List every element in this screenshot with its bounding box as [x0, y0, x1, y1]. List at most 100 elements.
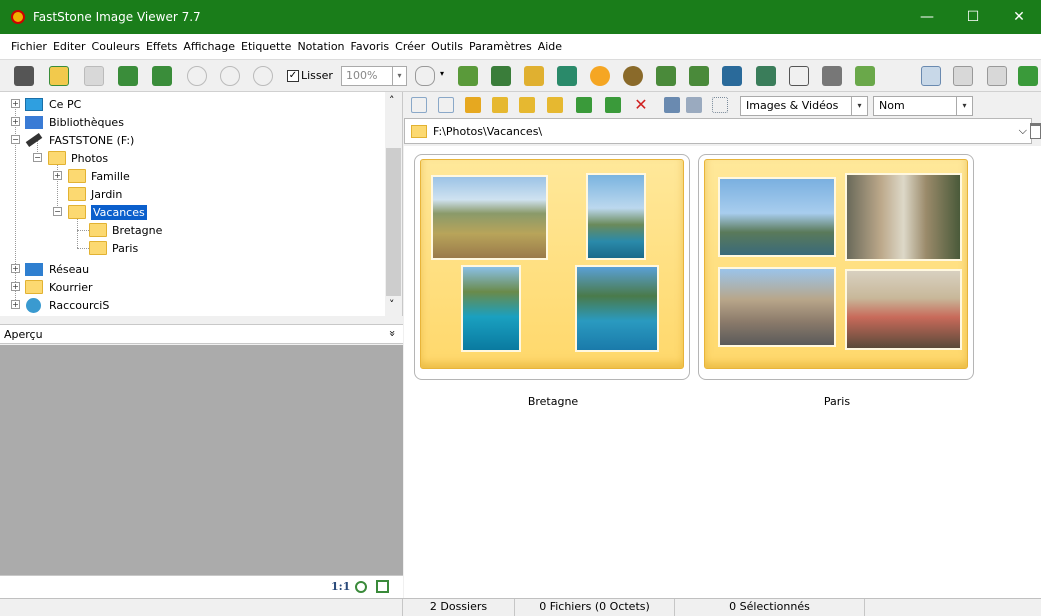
folder-icon — [48, 151, 66, 165]
address-bar[interactable]: F:\Photos\Vacances\ ⌵ — [404, 118, 1032, 144]
tree-node-vacances[interactable]: − Vacances — [53, 203, 147, 221]
chevron-down-icon: ▾ — [392, 67, 406, 85]
folder-tree: + Ce PC + Bibliothèques − FASTSTONE (F:)… — [0, 92, 403, 316]
scroll-thumb[interactable] — [386, 148, 401, 296]
address-path: F:\Photos\Vacances\ — [433, 124, 543, 138]
file-type-filter[interactable]: Images & Vidéos ▾ — [740, 96, 868, 116]
move-to-icon[interactable] — [576, 97, 592, 113]
menu-fichier[interactable]: Fichier — [8, 40, 50, 53]
tree-node-kourrier[interactable]: + Kourrier — [11, 278, 93, 296]
photo-thumbnail — [718, 177, 836, 257]
tree-node-bibliotheques[interactable]: + Bibliothèques — [11, 113, 124, 131]
tree-node-paris[interactable]: Paris — [89, 239, 138, 257]
new-folder-icon[interactable] — [547, 97, 563, 113]
menu-affichage[interactable]: Affichage — [180, 40, 238, 53]
main-toolbar: ✓ Lisser 100% ▾ ▾ — [0, 60, 1041, 92]
copy-to-icon[interactable] — [491, 66, 511, 86]
minimize-button[interactable]: — — [904, 0, 950, 34]
tree-node-ce-pc[interactable]: + Ce PC — [11, 95, 81, 113]
tree-node-famille[interactable]: + Famille — [53, 167, 130, 185]
rotate-left-icon[interactable] — [656, 66, 676, 86]
previous-icon[interactable] — [118, 66, 138, 86]
rename-icon[interactable] — [557, 66, 577, 86]
layout-preview-icon[interactable] — [987, 66, 1007, 86]
actual-size-button[interactable]: 1:1 — [331, 580, 350, 593]
layout-thumbnails-icon[interactable] — [921, 66, 941, 86]
list-view-icon[interactable] — [686, 97, 702, 113]
folder-preview — [704, 159, 968, 369]
copy-to-folder-icon[interactable] — [605, 97, 621, 113]
stretch-icon[interactable] — [376, 580, 389, 593]
wallpaper-icon[interactable] — [756, 66, 776, 86]
rotate-right-icon[interactable] — [689, 66, 709, 86]
next-icon[interactable] — [152, 66, 172, 86]
slideshow-icon[interactable] — [623, 66, 643, 86]
fullscreen-icon[interactable] — [1018, 66, 1038, 86]
menu-aide[interactable]: Aide — [535, 40, 565, 53]
folder-thumbnail-paris[interactable]: Paris — [698, 154, 974, 408]
print-icon[interactable] — [822, 66, 842, 86]
tree-scrollbar[interactable]: ˄ ˅ — [385, 92, 402, 316]
favorite-folder-icon[interactable] — [519, 97, 535, 113]
draw-icon[interactable] — [789, 66, 809, 86]
forward-icon[interactable] — [438, 97, 454, 113]
hand-tool-icon[interactable] — [415, 66, 435, 86]
tree-node-bretagne[interactable]: Bretagne — [89, 221, 162, 239]
preview-area — [0, 345, 403, 575]
menu-bar: Fichier Editer Couleurs Effets Affichage… — [0, 34, 1041, 60]
tree-node-faststone-drive[interactable]: − FASTSTONE (F:) — [11, 131, 134, 149]
close-button[interactable]: ✕ — [996, 0, 1041, 34]
menu-creer[interactable]: Créer — [392, 40, 428, 53]
crop-icon[interactable] — [524, 66, 544, 86]
tree-node-photos[interactable]: − Photos — [33, 149, 108, 167]
collapse-preview-icon[interactable]: » — [386, 330, 399, 337]
menu-editer[interactable]: Editer — [50, 40, 89, 53]
zoom-out-icon[interactable] — [220, 66, 240, 86]
menu-favoris[interactable]: Favoris — [348, 40, 393, 53]
maximize-button[interactable]: ☐ — [950, 0, 996, 34]
back-icon[interactable] — [411, 97, 427, 113]
smooth-option[interactable]: ✓ Lisser — [287, 69, 333, 82]
tree-node-reseau[interactable]: + Réseau — [11, 260, 89, 278]
title-bar: FastStone Image Viewer 7.7 — ☐ ✕ — [0, 0, 1041, 34]
zoom-in-icon[interactable] — [187, 66, 207, 86]
filmstrip-icon[interactable] — [458, 66, 478, 86]
smooth-checkbox[interactable]: ✓ — [287, 69, 299, 82]
computer-icon — [25, 97, 43, 111]
scroll-up-icon[interactable]: ˄ — [389, 94, 395, 107]
refresh-folder-icon[interactable] — [492, 97, 508, 113]
tree-node-raccourcis[interactable]: + RaccourciS — [11, 296, 109, 314]
trash-icon[interactable] — [1030, 123, 1041, 139]
open-folder-icon[interactable] — [49, 66, 69, 86]
save-icon[interactable] — [84, 66, 104, 86]
path-dropdown-icon[interactable]: ⌵ — [1019, 124, 1027, 138]
menu-effets[interactable]: Effets — [143, 40, 180, 53]
menu-parametres[interactable]: Paramètres — [466, 40, 535, 53]
acquire-icon[interactable] — [14, 66, 34, 86]
brightness-icon[interactable] — [590, 66, 610, 86]
folder-thumbnail-bretagne[interactable]: Bretagne — [414, 154, 690, 408]
details-view-icon[interactable] — [712, 97, 728, 113]
actual-size-icon[interactable] — [253, 66, 273, 86]
menu-couleurs[interactable]: Couleurs — [89, 40, 143, 53]
photo-thumbnail — [461, 265, 521, 352]
delete-icon[interactable]: ✕ — [633, 97, 649, 113]
layout-split-icon[interactable] — [953, 66, 973, 86]
zoom-select[interactable]: 100% ▾ — [341, 66, 407, 86]
parent-folder-icon[interactable] — [465, 97, 481, 113]
thumbnail-view-icon[interactable] — [664, 97, 680, 113]
tree-node-jardin[interactable]: Jardin — [68, 185, 122, 203]
app-logo-icon — [11, 10, 25, 24]
status-files: 0 Fichiers (0 Octets) — [515, 599, 675, 616]
menu-etiquette[interactable]: Etiquette — [238, 40, 294, 53]
menu-outils[interactable]: Outils — [428, 40, 466, 53]
email-icon[interactable] — [855, 66, 875, 86]
fit-icon[interactable] — [355, 581, 367, 593]
menu-notation[interactable]: Notation — [294, 40, 347, 53]
compare-icon[interactable] — [722, 66, 742, 86]
scroll-down-icon[interactable]: ˅ — [389, 298, 395, 311]
sort-select[interactable]: Nom ▾ — [873, 96, 973, 116]
status-folders: 2 Dossiers — [403, 599, 515, 616]
hand-dropdown-icon[interactable]: ▾ — [440, 69, 444, 78]
folder-icon — [89, 241, 107, 255]
